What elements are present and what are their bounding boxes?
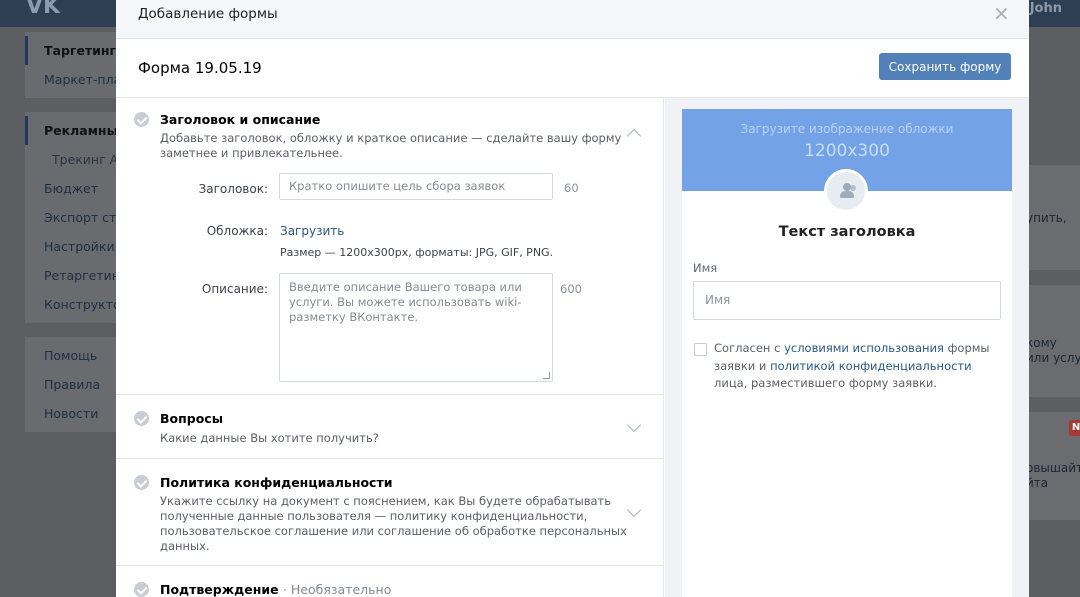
sidebar-item-retargeting[interactable]: Ретаргетинг [25,261,120,290]
sidebar-item-help[interactable]: Помощь [25,341,120,370]
section-header-description: Заголовок и описание Добавьте заголовок,… [116,98,663,395]
section-title[interactable]: Подтверждение · Необязательно [160,582,391,597]
cover-hint: Размер — 1200x300px, форматы: JPG, GIF, … [280,246,554,259]
title-field-label: Заголовок: [198,182,268,196]
agree-prefix: Согласен с [714,341,785,355]
agree-text: Согласен с условиями использования формы… [714,340,1004,393]
description-textarea[interactable]: Введите описание Вашего товара или услуг… [279,273,553,382]
section-desc: Какие данные Вы хотите получить? [160,431,379,445]
section-desc: Добавьте заголовок, обложку и краткое оп… [160,131,622,145]
right-text: или услу [1026,351,1080,365]
sidebar-item-constructor[interactable]: Конструктор форм [25,290,120,319]
sidebar-item-news[interactable]: Новости [25,399,120,428]
sidebar-item-settings[interactable]: Настройки [25,232,120,261]
modal-header: Добавление формы × [116,0,1029,39]
section-confirmation[interactable]: Подтверждение · Необязательно [116,566,663,597]
agree-suffix: лица, разместившего форму заявки. [714,376,938,390]
right-text: упить, [1026,211,1067,225]
privacy-policy-link[interactable]: политикой конфиденциальности [770,359,972,373]
upload-cover-link[interactable]: Загрузить [280,224,344,238]
section-desc: Укажите ссылку на документ с пояснением,… [160,494,612,508]
sidebar-group-3: Помощь Правила Новости [25,337,120,432]
close-icon[interactable]: × [993,3,1010,23]
sidebar-group-1: Таргетинг Маркет-платформа [25,32,120,98]
check-circle-icon [134,475,149,490]
chevron-down-icon[interactable] [626,502,642,518]
section-privacy[interactable]: Политика конфиденциальности Укажите ссыл… [116,459,663,566]
section-title[interactable]: Политика конфиденциальности [160,475,392,490]
sidebar-group-2: Рекламные кампании Трекинг ADS Бюджет Эк… [25,112,120,323]
check-circle-icon [134,411,149,426]
section-desc: данных. [160,539,210,553]
optional-label: · Необязательно [282,582,392,597]
user-name: John [1029,1,1062,16]
description-counter: 600 [560,282,582,296]
description-placeholder: Введите описание Вашего товара или услуг… [289,280,522,324]
chevron-down-icon[interactable] [626,417,642,433]
preview-title: Текст заголовка [778,224,916,240]
section-questions[interactable]: Вопросы Какие данные Вы хотите получить? [116,395,663,459]
terms-link[interactable]: условиями использования [784,341,944,355]
cover-size-text: 1200x300 [804,141,890,161]
name-input[interactable]: Имя [693,281,1001,320]
agree-checkbox[interactable] [694,343,707,356]
sidebar-item-tracking[interactable]: Трекинг ADS [25,145,120,174]
section-desc: полученные данные пользователя — политик… [160,509,588,523]
cover-upload-text: Загрузите изображение обложки [740,122,954,136]
form-bar: Форма 19.05.19 Сохранить форму [116,39,1029,98]
users-icon [837,183,857,199]
form-preview-card: Загрузите изображение обложки 1200x300 Т… [682,109,1012,597]
right-text: кому [1026,336,1057,350]
right-text: йта [1026,476,1049,490]
community-avatar [824,169,868,213]
section-title[interactable]: Заголовок и описание [160,112,320,127]
sidebar-item-export[interactable]: Экспорт статистики [25,203,120,232]
section-desc: заметнее и привлекательнее. [160,146,343,160]
sidebar-item-campaigns[interactable]: Рекламные кампании [25,116,120,145]
check-circle-icon [134,112,149,127]
description-field-label: Описание: [201,282,268,296]
sidebar: Таргетинг Маркет-платформа Рекламные кам… [25,32,120,446]
editor-pane: Заголовок и описание Добавьте заголовок,… [116,98,664,597]
form-name[interactable]: Форма 19.05.19 [138,59,262,77]
add-form-modal: Добавление формы × Форма 19.05.19 Сохран… [116,0,1029,597]
section-title-text: Подтверждение [160,582,279,597]
preview-pane: Загрузите изображение обложки 1200x300 Т… [665,98,1029,597]
title-input[interactable]: Кратко опишите цель сбора заявок [279,173,553,200]
section-desc: пользовательское соглашение или соглашен… [160,524,627,538]
section-title[interactable]: Вопросы [160,411,223,426]
save-form-button[interactable]: Сохранить форму [879,53,1011,80]
sidebar-item-market[interactable]: Маркет-платформа [25,65,120,94]
sidebar-item-rules[interactable]: Правила [25,370,120,399]
vk-logo-icon: VK [26,0,61,19]
title-counter: 60 [564,181,579,195]
modal-title: Добавление формы [138,6,278,22]
resize-handle-icon[interactable] [543,372,550,379]
chevron-up-icon[interactable] [626,128,642,144]
new-badge: N [1069,420,1080,436]
sidebar-item-budget[interactable]: Бюджет [25,174,120,203]
sidebar-item-targeting[interactable]: Таргетинг [25,36,120,65]
right-text: овышайт [1026,461,1080,475]
cover-field-label: Обложка: [206,224,268,238]
name-label: Имя [693,261,718,275]
check-circle-icon [134,582,149,597]
